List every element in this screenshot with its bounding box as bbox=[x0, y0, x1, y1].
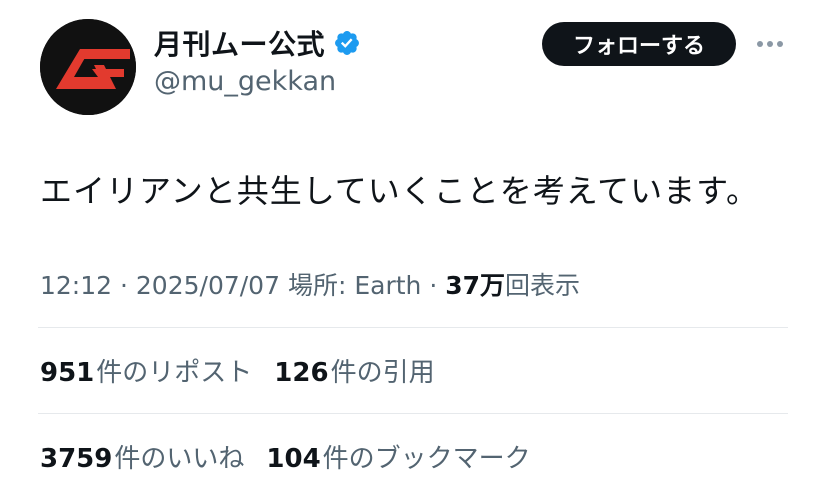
meta-separator: · bbox=[429, 271, 446, 300]
tweet-date[interactable]: 2025/07/07 bbox=[136, 271, 280, 300]
account-handle[interactable]: @mu_gekkan bbox=[154, 66, 336, 97]
follow-button[interactable]: フォローする bbox=[542, 22, 736, 66]
stats-row-likes: 3759件のいいね 104件のブックマーク bbox=[40, 438, 531, 475]
likes-label: 件のいいね bbox=[114, 444, 245, 474]
quotes-count: 126 bbox=[274, 358, 329, 388]
views-label: 回表示 bbox=[505, 271, 581, 300]
tweet-meta: 12:12 · 2025/07/07 場所: Earth · 37万回表示 bbox=[40, 266, 580, 302]
stats-row-reposts: 951件のリポスト 126件の引用 bbox=[40, 352, 435, 389]
avatar[interactable] bbox=[40, 19, 136, 115]
divider bbox=[38, 413, 788, 414]
more-dot bbox=[757, 41, 763, 47]
views-count: 37万 bbox=[445, 271, 506, 300]
tweet-location[interactable]: 場所: Earth bbox=[288, 271, 421, 300]
reposts-link[interactable]: 951件のリポスト bbox=[40, 352, 252, 389]
quotes-label: 件の引用 bbox=[330, 358, 435, 388]
likes-count: 3759 bbox=[40, 444, 113, 474]
tweet-time[interactable]: 12:12 bbox=[40, 271, 112, 300]
mu-logo-icon bbox=[40, 19, 136, 115]
more-dot bbox=[777, 41, 783, 47]
reposts-label: 件のリポスト bbox=[96, 358, 253, 388]
quotes-link[interactable]: 126件の引用 bbox=[274, 352, 434, 389]
divider bbox=[38, 327, 788, 328]
bookmarks-link[interactable]: 104件のブックマーク bbox=[266, 438, 530, 475]
likes-link[interactable]: 3759件のいいね bbox=[40, 438, 244, 475]
bookmarks-count: 104 bbox=[266, 444, 321, 474]
reposts-count: 951 bbox=[40, 358, 95, 388]
more-icon[interactable] bbox=[752, 28, 788, 60]
meta-separator: · bbox=[120, 271, 136, 300]
display-name-row[interactable]: 月刊ムー公式 bbox=[154, 22, 361, 64]
verified-badge-icon[interactable] bbox=[333, 29, 361, 57]
bookmarks-label: 件のブックマーク bbox=[322, 444, 531, 474]
tweet-text: エイリアンと共生していくことを考えています。 bbox=[40, 172, 759, 210]
display-name[interactable]: 月刊ムー公式 bbox=[154, 23, 325, 63]
more-dot bbox=[767, 41, 773, 47]
